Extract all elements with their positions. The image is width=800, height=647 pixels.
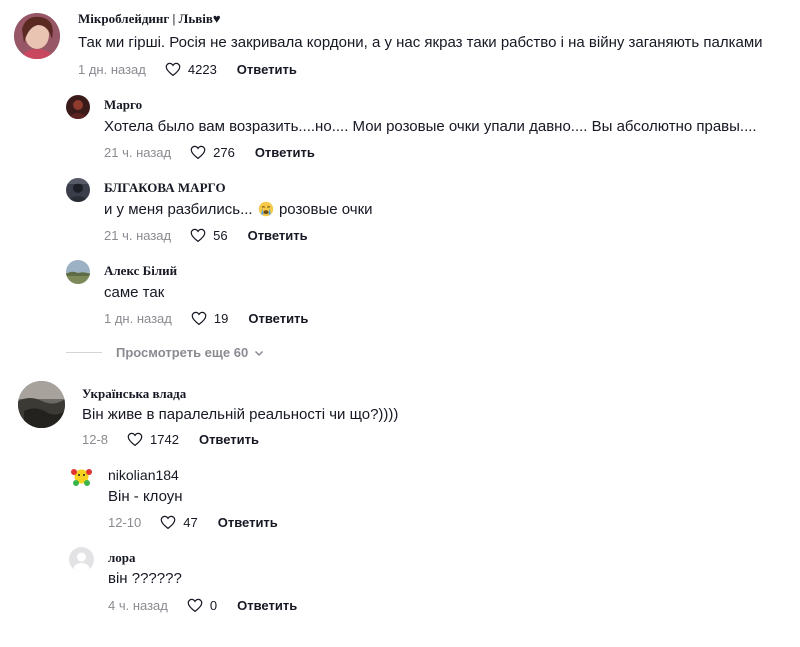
comment-date: 1 дн. назад: [78, 61, 146, 77]
like-button[interactable]: 276: [189, 143, 235, 161]
heart-outline-icon: [191, 311, 207, 326]
avatar-image: [14, 13, 60, 59]
avatar[interactable]: [18, 381, 65, 428]
like-count: 47: [183, 514, 198, 530]
crying-face-icon: [258, 201, 273, 217]
comment-text: він ??????: [108, 570, 182, 587]
comment-meta: 4 ч. назад 0 Ответить: [108, 596, 297, 614]
comment-text: Хотела было вам возразить....но.... Мои …: [104, 118, 757, 135]
heart-outline-icon: [190, 145, 206, 160]
comment-date: 4 ч. назад: [108, 597, 168, 613]
like-button[interactable]: 4223: [164, 60, 217, 78]
avatar-image: [69, 464, 94, 489]
heart-outline-icon: [127, 432, 143, 447]
comment-author[interactable]: Українська влада: [82, 386, 186, 402]
like-button[interactable]: 47: [159, 513, 198, 531]
view-more-replies-button[interactable]: Просмотреть еще 60: [66, 345, 264, 360]
comment-meta: 1 дн. назад 19 Ответить: [104, 309, 308, 327]
comment-date: 12-10: [108, 514, 142, 530]
comment-text: Він - клоун: [108, 488, 183, 505]
comment-meta: 12-10 47 Ответить: [108, 513, 278, 531]
avatar-image: [66, 95, 90, 119]
reply-button[interactable]: Ответить: [255, 145, 315, 160]
heart-outline-icon: [160, 515, 176, 530]
like-button[interactable]: 1742: [126, 430, 179, 448]
comment-date: 12-8: [82, 431, 109, 447]
comment-author[interactable]: nikolian184: [108, 467, 179, 483]
comment-author[interactable]: Алекс Білий: [104, 263, 177, 279]
like-count: 4223: [187, 61, 217, 77]
view-more-label: Просмотреть еще 60: [116, 345, 249, 360]
reply-button[interactable]: Ответить: [237, 62, 297, 77]
avatar[interactable]: [66, 178, 90, 202]
like-count: 0: [209, 597, 218, 613]
comment-text: и у меня разбились... розовые очки: [104, 201, 373, 218]
like-count: 19: [213, 310, 229, 326]
avatar[interactable]: [69, 547, 94, 572]
heart-outline-icon: [165, 62, 181, 77]
comment-text: саме так: [104, 284, 165, 301]
heart-outline-icon: [187, 598, 203, 613]
comment-text-part: розовые очки: [278, 201, 373, 218]
like-button[interactable]: 56: [189, 226, 228, 244]
chevron-down-icon: [255, 350, 264, 356]
comment-date: 1 дн. назад: [104, 310, 172, 326]
reply-button[interactable]: Ответить: [237, 598, 297, 613]
like-count: 56: [213, 227, 228, 243]
comment-author[interactable]: Мікроблейдинг | Львів♥: [78, 11, 221, 27]
reply-button[interactable]: Ответить: [248, 311, 308, 326]
avatar-image: [66, 260, 90, 284]
comment-author[interactable]: лора: [108, 550, 136, 566]
avatar[interactable]: [66, 260, 90, 284]
avatar-image: [18, 381, 65, 428]
like-count: 276: [213, 144, 235, 160]
divider-line: [66, 352, 102, 353]
comment-text: Так ми гірші. Росія не закривала кордони…: [78, 34, 763, 51]
comment-author[interactable]: БЛГАКОВА МАРГО: [104, 180, 226, 196]
reply-button[interactable]: Ответить: [199, 432, 259, 447]
comment-meta: 21 ч. назад 276 Ответить: [104, 143, 315, 161]
avatar[interactable]: [14, 13, 60, 59]
like-button[interactable]: 19: [190, 309, 228, 327]
comment-meta: 21 ч. назад 56 Ответить: [104, 226, 308, 244]
avatar[interactable]: [66, 95, 90, 119]
comment-author[interactable]: Марго: [104, 97, 142, 113]
reply-button[interactable]: Ответить: [248, 228, 308, 243]
comment-meta: 12-8 1742 Ответить: [82, 430, 259, 448]
default-avatar-icon: [69, 547, 94, 572]
reply-button[interactable]: Ответить: [218, 515, 278, 530]
avatar[interactable]: [69, 464, 94, 489]
like-count: 1742: [150, 431, 179, 447]
avatar-image: [66, 178, 90, 202]
comment-text: Він живе в паралельній реальності чи що?…: [82, 406, 399, 423]
comment-date: 21 ч. назад: [104, 144, 172, 160]
like-button[interactable]: 0: [186, 596, 217, 614]
comment-text-part: и у меня разбились...: [104, 201, 253, 218]
heart-outline-icon: [190, 228, 206, 243]
comment-date: 21 ч. назад: [104, 227, 172, 243]
comment-meta: 1 дн. назад 4223 Ответить: [78, 60, 297, 78]
